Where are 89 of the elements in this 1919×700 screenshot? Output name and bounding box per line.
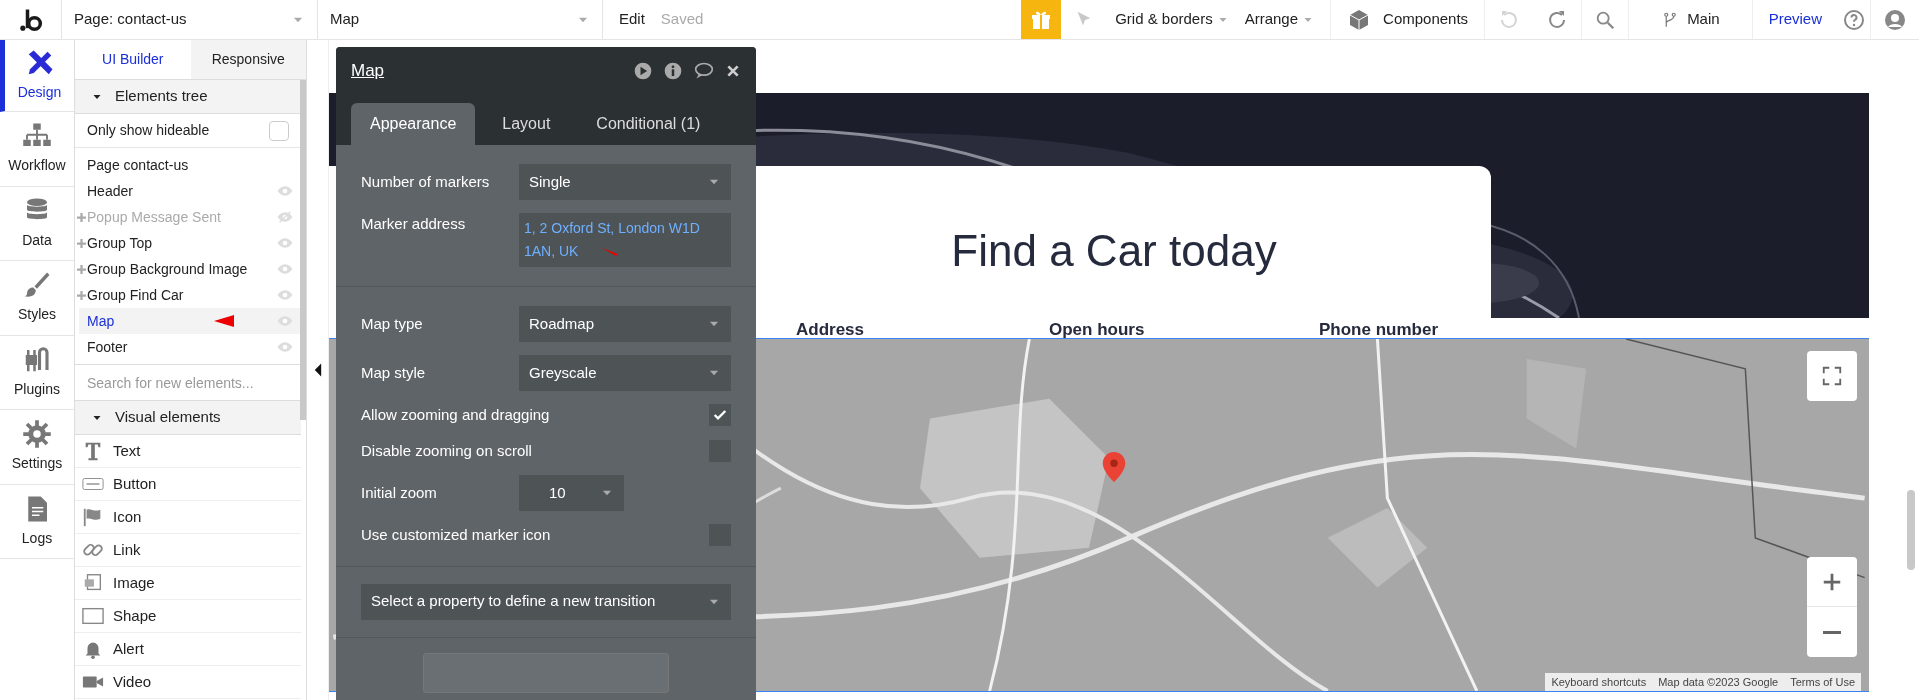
field-label: Initial zoom [361, 482, 437, 503]
element-type-item[interactable]: Text [113, 439, 141, 463]
rail-tab[interactable]: Workflow [0, 112, 74, 187]
checkbox[interactable] [269, 120, 289, 141]
collapse-icon[interactable] [313, 363, 322, 377]
panel-tab[interactable]: Responsive [190, 40, 306, 79]
tree-item[interactable]: Header [87, 180, 277, 202]
field-label: Disable zooming on scroll [361, 440, 532, 461]
dropdown[interactable]: 10 [519, 475, 624, 511]
eye-icon[interactable] [277, 313, 293, 329]
close-icon[interactable] [725, 63, 741, 79]
panel-title: Map [351, 60, 385, 83]
panel-tab[interactable]: Conditional (1) [577, 103, 720, 145]
rail-tab[interactable]: Logs [0, 484, 74, 559]
eye-icon[interactable] [277, 339, 293, 355]
eye-icon[interactable] [277, 261, 293, 277]
panel-tab[interactable]: Layout [483, 103, 570, 145]
element-type-item[interactable]: Alert [113, 637, 144, 661]
page-dropdown[interactable]: Page: contact-us [62, 0, 318, 39]
fullscreen-button[interactable] [1807, 351, 1857, 401]
tree-item[interactable]: Group Background Image [87, 258, 277, 280]
square-icon [81, 605, 105, 627]
rail-tab[interactable]: Styles [0, 261, 74, 336]
dropdown[interactable]: Greyscale [519, 355, 731, 391]
attribution-link[interactable]: Map data ©2023 Google [1652, 672, 1785, 691]
field-label: Marker address [361, 214, 466, 234]
eye-icon[interactable] [277, 183, 293, 199]
panel-tab[interactable]: Appearance [351, 103, 476, 145]
saved-status: Saved [660, 9, 704, 30]
settings-icon [22, 419, 52, 450]
dropdown[interactable]: Single [519, 164, 731, 200]
expand-icon[interactable] [77, 264, 86, 274]
attribution-link[interactable]: Terms of Use [1784, 672, 1861, 691]
eye-icon[interactable] [277, 235, 293, 251]
checkbox[interactable] [709, 404, 731, 427]
section-header[interactable]: Visual elements [75, 401, 301, 435]
button[interactable] [423, 652, 669, 693]
rail-tab[interactable]: Data [0, 186, 74, 261]
tree-item[interactable]: Page contact-us [87, 154, 293, 176]
field-label: Use customized marker icon [361, 525, 551, 545]
expand-icon[interactable] [77, 290, 86, 300]
comment-icon[interactable] [693, 61, 715, 81]
info-icon[interactable] [663, 61, 683, 81]
play-icon[interactable] [633, 61, 653, 81]
fullscreen-icon [1821, 365, 1843, 387]
attribution-link[interactable]: Keyboard shortcuts [1545, 672, 1653, 691]
expand-icon[interactable] [77, 212, 86, 222]
menu-button[interactable]: Grid & borders [1115, 8, 1229, 31]
dropdown[interactable]: Select a property to define a new transition [361, 583, 731, 620]
column-label: Open hours [1049, 319, 1145, 341]
tree-item[interactable]: Group Top [87, 232, 277, 254]
section-header[interactable]: Elements tree [75, 80, 301, 114]
pointer-arrow-icon [214, 315, 234, 327]
minus-icon [1823, 630, 1841, 634]
eye-icon[interactable] [277, 287, 293, 303]
hidden-eye-icon[interactable] [277, 209, 293, 225]
field-label: Map type [361, 313, 423, 334]
field-label: Map style [361, 362, 426, 383]
column-label: Phone number [1319, 319, 1438, 341]
toggle-label: Only show hideable [87, 121, 210, 140]
element-dropdown[interactable]: Map [318, 0, 603, 39]
heading: Find a Car today [950, 225, 1278, 277]
menu-button[interactable]: Arrange [1244, 8, 1315, 31]
user-avatar-icon[interactable] [1883, 7, 1907, 32]
edit-button[interactable]: Edit [619, 8, 645, 31]
scrollbar[interactable] [1907, 490, 1915, 570]
column-label: Address [796, 319, 865, 341]
rail-tab[interactable]: Settings [0, 410, 74, 485]
preview-link[interactable]: Preview [1768, 8, 1822, 31]
branch-button[interactable]: Main [1629, 0, 1753, 39]
element-type-item[interactable]: Image [113, 571, 155, 595]
gift-button[interactable] [1021, 0, 1062, 39]
rail-tab[interactable]: Plugins [0, 335, 74, 410]
element-type-item[interactable]: Shape [113, 604, 157, 628]
search-field[interactable]: Search for new elements... [75, 365, 301, 401]
tree-item[interactable]: Footer [87, 336, 277, 358]
element-type-item[interactable]: Video [113, 670, 152, 694]
help-icon[interactable] [1842, 7, 1866, 32]
components-button[interactable]: Components [1330, 0, 1486, 39]
element-type-item[interactable]: Icon [113, 505, 142, 529]
field-label: Allow zooming and dragging [361, 405, 550, 425]
expand-icon[interactable] [77, 238, 86, 248]
element-type-item[interactable]: Link [113, 538, 141, 562]
input-field[interactable]: 1, 2 Oxford St, London W1D 1AN, UK [519, 213, 731, 267]
dropdown[interactable]: Roadmap [519, 306, 731, 342]
element-type-item[interactable]: Button [113, 472, 157, 496]
scrollbar[interactable] [300, 80, 306, 420]
tree-item[interactable]: Group Find Car [87, 284, 277, 306]
field-label: Number of markers [361, 171, 490, 192]
